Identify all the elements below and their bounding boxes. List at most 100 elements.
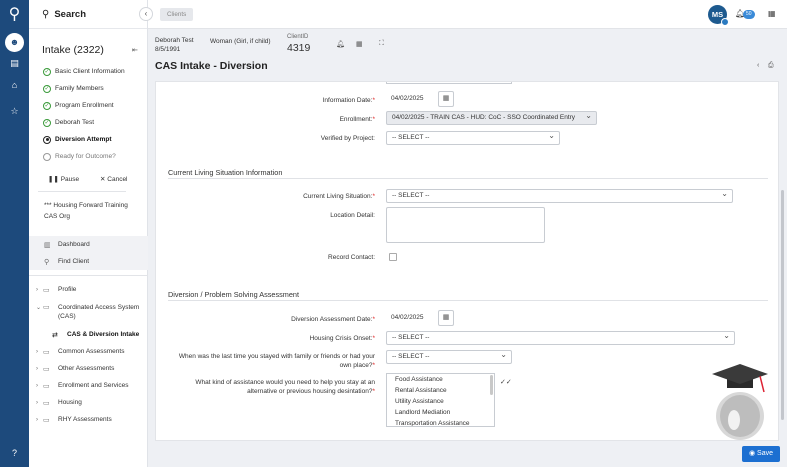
help-icon[interactable]: ? <box>7 446 22 461</box>
close-icon: ✕ <box>100 176 106 183</box>
step-ready-for-outcome[interactable]: Ready for Outcome? <box>43 148 125 165</box>
tree-common-assessments[interactable]: › ▭ Common Assessments <box>36 344 148 361</box>
star-icon[interactable]: ☆ <box>7 104 22 119</box>
location-detail-textarea[interactable] <box>386 207 545 243</box>
document-icon[interactable]: ▤ <box>7 56 22 71</box>
cancel-button[interactable]: ✕ Cancel <box>100 175 128 183</box>
divider <box>168 178 768 179</box>
client-name: Deborah Test <box>155 37 194 44</box>
search-icon: ⚲ <box>44 258 50 266</box>
calendar-icon[interactable]: ▦ <box>438 310 454 326</box>
tree-profile[interactable]: › ▭ Profile <box>36 282 148 299</box>
tree-other-assessments[interactable]: › ▭ Other Assessments <box>36 361 148 378</box>
divider <box>168 300 768 301</box>
chevron-down-icon: ⌄ <box>36 305 42 311</box>
list-item[interactable]: Utility Assistance <box>387 396 494 407</box>
chevron-right-icon: › <box>36 349 38 355</box>
check-icon: ✓ <box>43 118 51 127</box>
avatar[interactable]: MS <box>708 5 729 26</box>
intake-title: Intake (2322) <box>42 44 104 56</box>
step-diversion-attempt[interactable]: Diversion Attempt <box>43 131 125 148</box>
location-detail-label: Location Detail: <box>330 212 375 219</box>
client-id-label: ClientID <box>287 34 309 40</box>
divider <box>38 191 126 192</box>
client-header: Deborah Test 8/5/1991 Woman (Girl, if ch… <box>148 29 787 58</box>
save-icon: ◉ <box>748 450 756 457</box>
record-contact-checkbox[interactable] <box>389 253 397 261</box>
listbox-scrollbar[interactable] <box>490 375 493 395</box>
current-step-icon <box>43 135 51 144</box>
client-id-value: 4319 <box>287 42 311 54</box>
nav-find-client[interactable]: ⚲ Find Client <box>29 253 148 270</box>
sidebar-tree: › ▭ Profile ⌄ ▭ Coordinated Access Syste… <box>36 282 148 429</box>
organization-name: *** Housing Forward Training CAS Org <box>44 202 128 220</box>
app-rail: ⚲ ☻ ▤ ⌂ ☆ ? <box>0 0 29 467</box>
diversion-date-label: Diversion Assessment Date:* <box>291 316 375 323</box>
current-living-section-header: Current Living Situation Information <box>168 168 283 177</box>
bell-icon[interactable]: 🔔︎ <box>336 40 345 48</box>
information-date-input[interactable]: 04/02/2025 <box>386 93 434 107</box>
diversion-date-input[interactable]: 04/02/2025 <box>386 312 434 326</box>
intake-actions: ❚❚ Pause ✕ Cancel <box>38 171 148 187</box>
list-item[interactable]: Rental Assistance <box>387 385 494 396</box>
step-basic-client-information[interactable]: ✓ Basic Client Information <box>43 63 125 80</box>
tree-housing[interactable]: › ▭ Housing <box>36 395 148 412</box>
tree-rhy-assessments[interactable]: › ▭ RHY Assessments <box>36 412 148 429</box>
list-item[interactable]: Transportation Assistance <box>387 418 494 426</box>
record-contact-label: Record Contact: <box>328 254 375 261</box>
client-dob: 8/5/1991 <box>155 46 181 53</box>
enrollment-select[interactable]: 04/02/2025 - TRAIN CAS - HUD: CoC - SSO … <box>386 110 597 125</box>
verified-by-project-select[interactable]: -- SELECT -- <box>386 130 560 145</box>
assistance-listbox[interactable]: Food Assistance Rental Assistance Utilit… <box>386 373 495 427</box>
folder-icon: ▭ <box>43 287 50 294</box>
folder-icon: ▭ <box>43 417 50 424</box>
diversion-section-header: Diversion / Problem Solving Assessment <box>168 290 299 299</box>
select-all-icon[interactable]: ✓✓ <box>500 378 512 386</box>
list-item[interactable]: Landlord Mediation <box>387 407 494 418</box>
page-scrollbar[interactable] <box>781 190 784 420</box>
housing-crisis-select[interactable]: -- SELECT -- <box>386 330 735 345</box>
sidebar-nav: ▥ Dashboard ⚲ Find Client <box>29 236 148 270</box>
collapse-sidebar-button[interactable]: ‹ <box>139 7 153 21</box>
last-stayed-select[interactable]: -- SELECT -- <box>386 349 512 364</box>
print-icon[interactable]: ⎙ <box>768 62 774 70</box>
pause-button[interactable]: ❚❚ Pause <box>48 175 79 183</box>
step-family-members[interactable]: ✓ Family Members <box>43 80 125 97</box>
nav-dashboard[interactable]: ▥ Dashboard <box>29 236 148 253</box>
calendar-icon[interactable]: ▦ <box>768 9 776 18</box>
chevron-right-icon: › <box>36 417 38 423</box>
chevron-left-icon[interactable]: ‹ <box>757 62 759 69</box>
chevron-right-icon: › <box>36 383 38 389</box>
save-button[interactable]: ◉ Save <box>742 446 780 462</box>
search-label: Search <box>54 8 87 20</box>
expand-icon[interactable]: ⛶ <box>379 40 384 48</box>
tree-cas[interactable]: ⌄ ▭ Coordinated Access System (CAS) <box>36 299 148 327</box>
step-program-enrollment[interactable]: ✓ Program Enrollment <box>43 97 125 114</box>
dashboard-icon: ▥ <box>44 241 51 249</box>
sidebar-search[interactable]: ⚲ Search <box>29 0 147 29</box>
pin-icon[interactable]: ⇤ <box>132 46 138 54</box>
list-item[interactable]: Food Assistance <box>387 374 494 385</box>
chevron-right-icon: › <box>36 400 38 406</box>
calendar-icon[interactable]: ▦ <box>356 40 363 48</box>
pending-step-icon <box>43 152 51 161</box>
step-deborah-test[interactable]: ✓ Deborah Test <box>43 114 125 131</box>
app-logo-icon[interactable]: ⚲ <box>6 6 23 24</box>
search-icon: ⚲ <box>42 8 50 20</box>
divider <box>29 275 148 276</box>
current-living-situation-label: Current Living Situation:* <box>303 193 375 200</box>
tree-enrollment-and-services[interactable]: › ▭ Enrollment and Services <box>36 378 148 395</box>
home-icon[interactable]: ⌂ <box>7 78 22 93</box>
calendar-icon[interactable]: ▦ <box>438 91 454 107</box>
form-card: Information Date:* 04/02/2025 ▦ Enrollme… <box>155 81 779 441</box>
verified-by-project-label: Verified by Project: <box>320 135 375 142</box>
information-date-label: Information Date:* <box>322 97 375 104</box>
tree-cas-diversion-intake[interactable]: ⇄ CAS & Diversion Intake <box>36 327 148 344</box>
swap-icon: ⇄ <box>52 332 58 339</box>
breadcrumb-clients[interactable]: Clients <box>160 8 194 21</box>
check-icon: ✓ <box>43 84 51 93</box>
client-name-dob: Deborah Test 8/5/1991 <box>155 36 194 54</box>
current-living-situation-select[interactable]: -- SELECT -- <box>386 188 733 203</box>
clients-icon[interactable]: ☻ <box>5 33 24 52</box>
notification-badge: 50 <box>743 10 755 19</box>
